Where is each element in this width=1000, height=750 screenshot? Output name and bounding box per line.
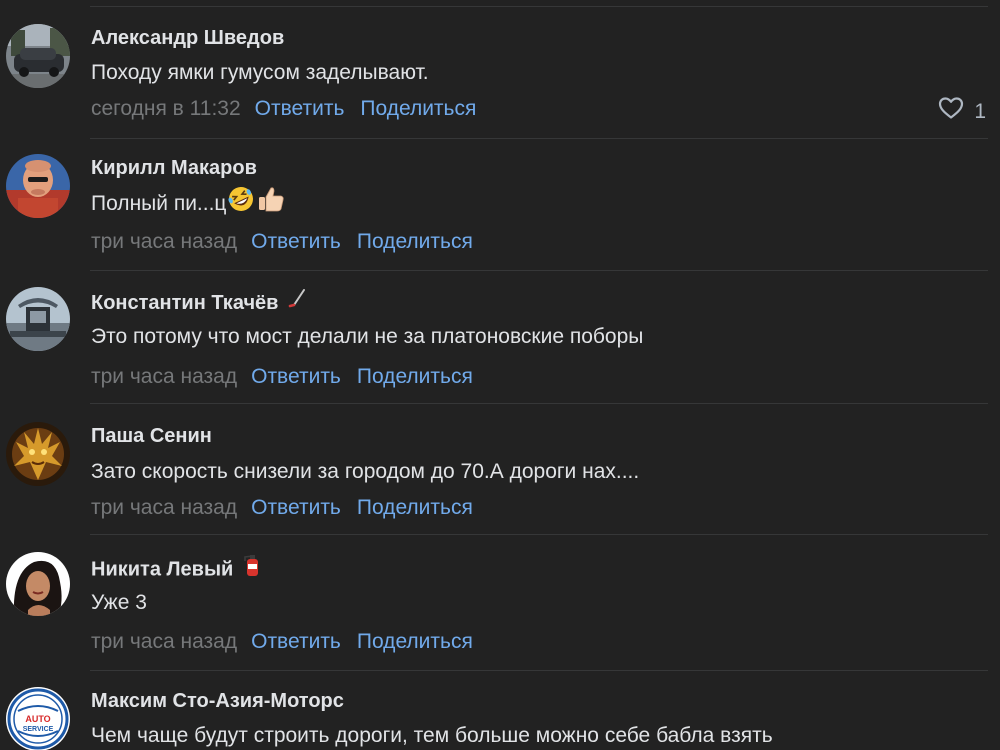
comment-item: Никита Левый Уже 3 три часа назад Ответит… bbox=[0, 535, 1000, 671]
comment-meta: три часа назад Ответить Поделиться bbox=[91, 629, 489, 655]
comment-item: Константин Ткачёв Это потому что мост де… bbox=[0, 271, 1000, 404]
author-name[interactable]: Кирилл Макаров bbox=[91, 156, 257, 180]
avatar[interactable] bbox=[6, 552, 70, 616]
reply-button[interactable]: Ответить bbox=[251, 630, 341, 653]
heart-icon bbox=[938, 96, 964, 127]
author-name[interactable]: Паша Сенин bbox=[91, 424, 212, 448]
like-button[interactable]: 1 bbox=[938, 96, 986, 127]
comment-meta: три часа назад Ответить Поделиться bbox=[91, 229, 489, 255]
reply-button[interactable]: Ответить bbox=[251, 365, 341, 388]
avatar-text-line1: AUTO bbox=[25, 714, 50, 724]
fire-extinguisher-badge bbox=[241, 552, 263, 584]
share-button[interactable]: Поделиться bbox=[360, 97, 476, 120]
comment-time[interactable]: три часа назад bbox=[91, 630, 237, 653]
share-button[interactable]: Поделиться bbox=[357, 365, 473, 388]
comment-text: Уже 3 bbox=[91, 591, 147, 614]
comment-text-content: Полный пи...ц bbox=[91, 192, 227, 216]
author-name-text: Никита Левый bbox=[91, 558, 234, 581]
comment-item: Кирилл Макаров Полный пи...ц три часа на… bbox=[0, 139, 1000, 271]
share-button[interactable]: Поделиться bbox=[357, 230, 473, 253]
comment-text: Это потому что мост делали не за платоно… bbox=[91, 325, 644, 348]
share-button[interactable]: Поделиться bbox=[357, 496, 473, 519]
author-name[interactable]: Никита Левый bbox=[91, 555, 263, 584]
comment-meta: три часа назад Ответить Поделиться bbox=[91, 364, 489, 390]
comment-text: Зато скорость снизели за городом до 70.А… bbox=[91, 460, 640, 483]
author-name-text: Константин Ткачёв bbox=[91, 292, 279, 314]
comment-item: Александр Шведов Походу ямки гумусом зад… bbox=[0, 7, 1000, 139]
avatar-text-line2: SERVICE bbox=[23, 726, 54, 733]
avatar[interactable] bbox=[6, 287, 70, 351]
comment-item: Паша Сенин Зато скорость снизели за горо… bbox=[0, 404, 1000, 535]
author-name[interactable]: Александр Шведов bbox=[91, 26, 284, 50]
comment-time[interactable]: три часа назад bbox=[91, 365, 237, 388]
comment-item: AUTO SERVICE Максим Сто-Азия-Моторс Чем … bbox=[0, 671, 1000, 750]
reply-button[interactable]: Ответить bbox=[251, 230, 341, 253]
comment-text: Полный пи...ц bbox=[91, 187, 286, 221]
comment-time[interactable]: сегодня в 11:32 bbox=[91, 97, 241, 120]
comment-meta: три часа назад Ответить Поделиться bbox=[91, 495, 489, 521]
comment-text: Чем чаще будут строить дороги, тем больш… bbox=[91, 724, 773, 747]
avatar[interactable] bbox=[6, 154, 70, 218]
reply-button[interactable]: Ответить bbox=[251, 496, 341, 519]
comment-time[interactable]: три часа назад bbox=[91, 496, 237, 519]
author-name[interactable]: Константин Ткачёв bbox=[91, 288, 308, 316]
hockey-stick-badge bbox=[286, 288, 308, 316]
share-button[interactable]: Поделиться bbox=[357, 630, 473, 653]
reply-button[interactable]: Ответить bbox=[255, 97, 345, 120]
comment-time[interactable]: три часа назад bbox=[91, 230, 237, 253]
avatar[interactable] bbox=[6, 24, 70, 88]
thumbs-up-emoji bbox=[256, 184, 286, 221]
rolling-on-floor-laughing-emoji bbox=[226, 184, 256, 221]
avatar[interactable] bbox=[6, 422, 70, 486]
comment-text: Походу ямки гумусом заделывают. bbox=[91, 61, 429, 84]
author-name[interactable]: Максим Сто-Азия-Моторс bbox=[91, 689, 344, 713]
comment-meta: сегодня в 11:32 Ответить Поделиться bbox=[91, 96, 492, 122]
like-count: 1 bbox=[974, 99, 986, 123]
comments-feed: Александр Шведов Походу ямки гумусом зад… bbox=[0, 0, 1000, 750]
avatar[interactable]: AUTO SERVICE bbox=[6, 687, 70, 750]
